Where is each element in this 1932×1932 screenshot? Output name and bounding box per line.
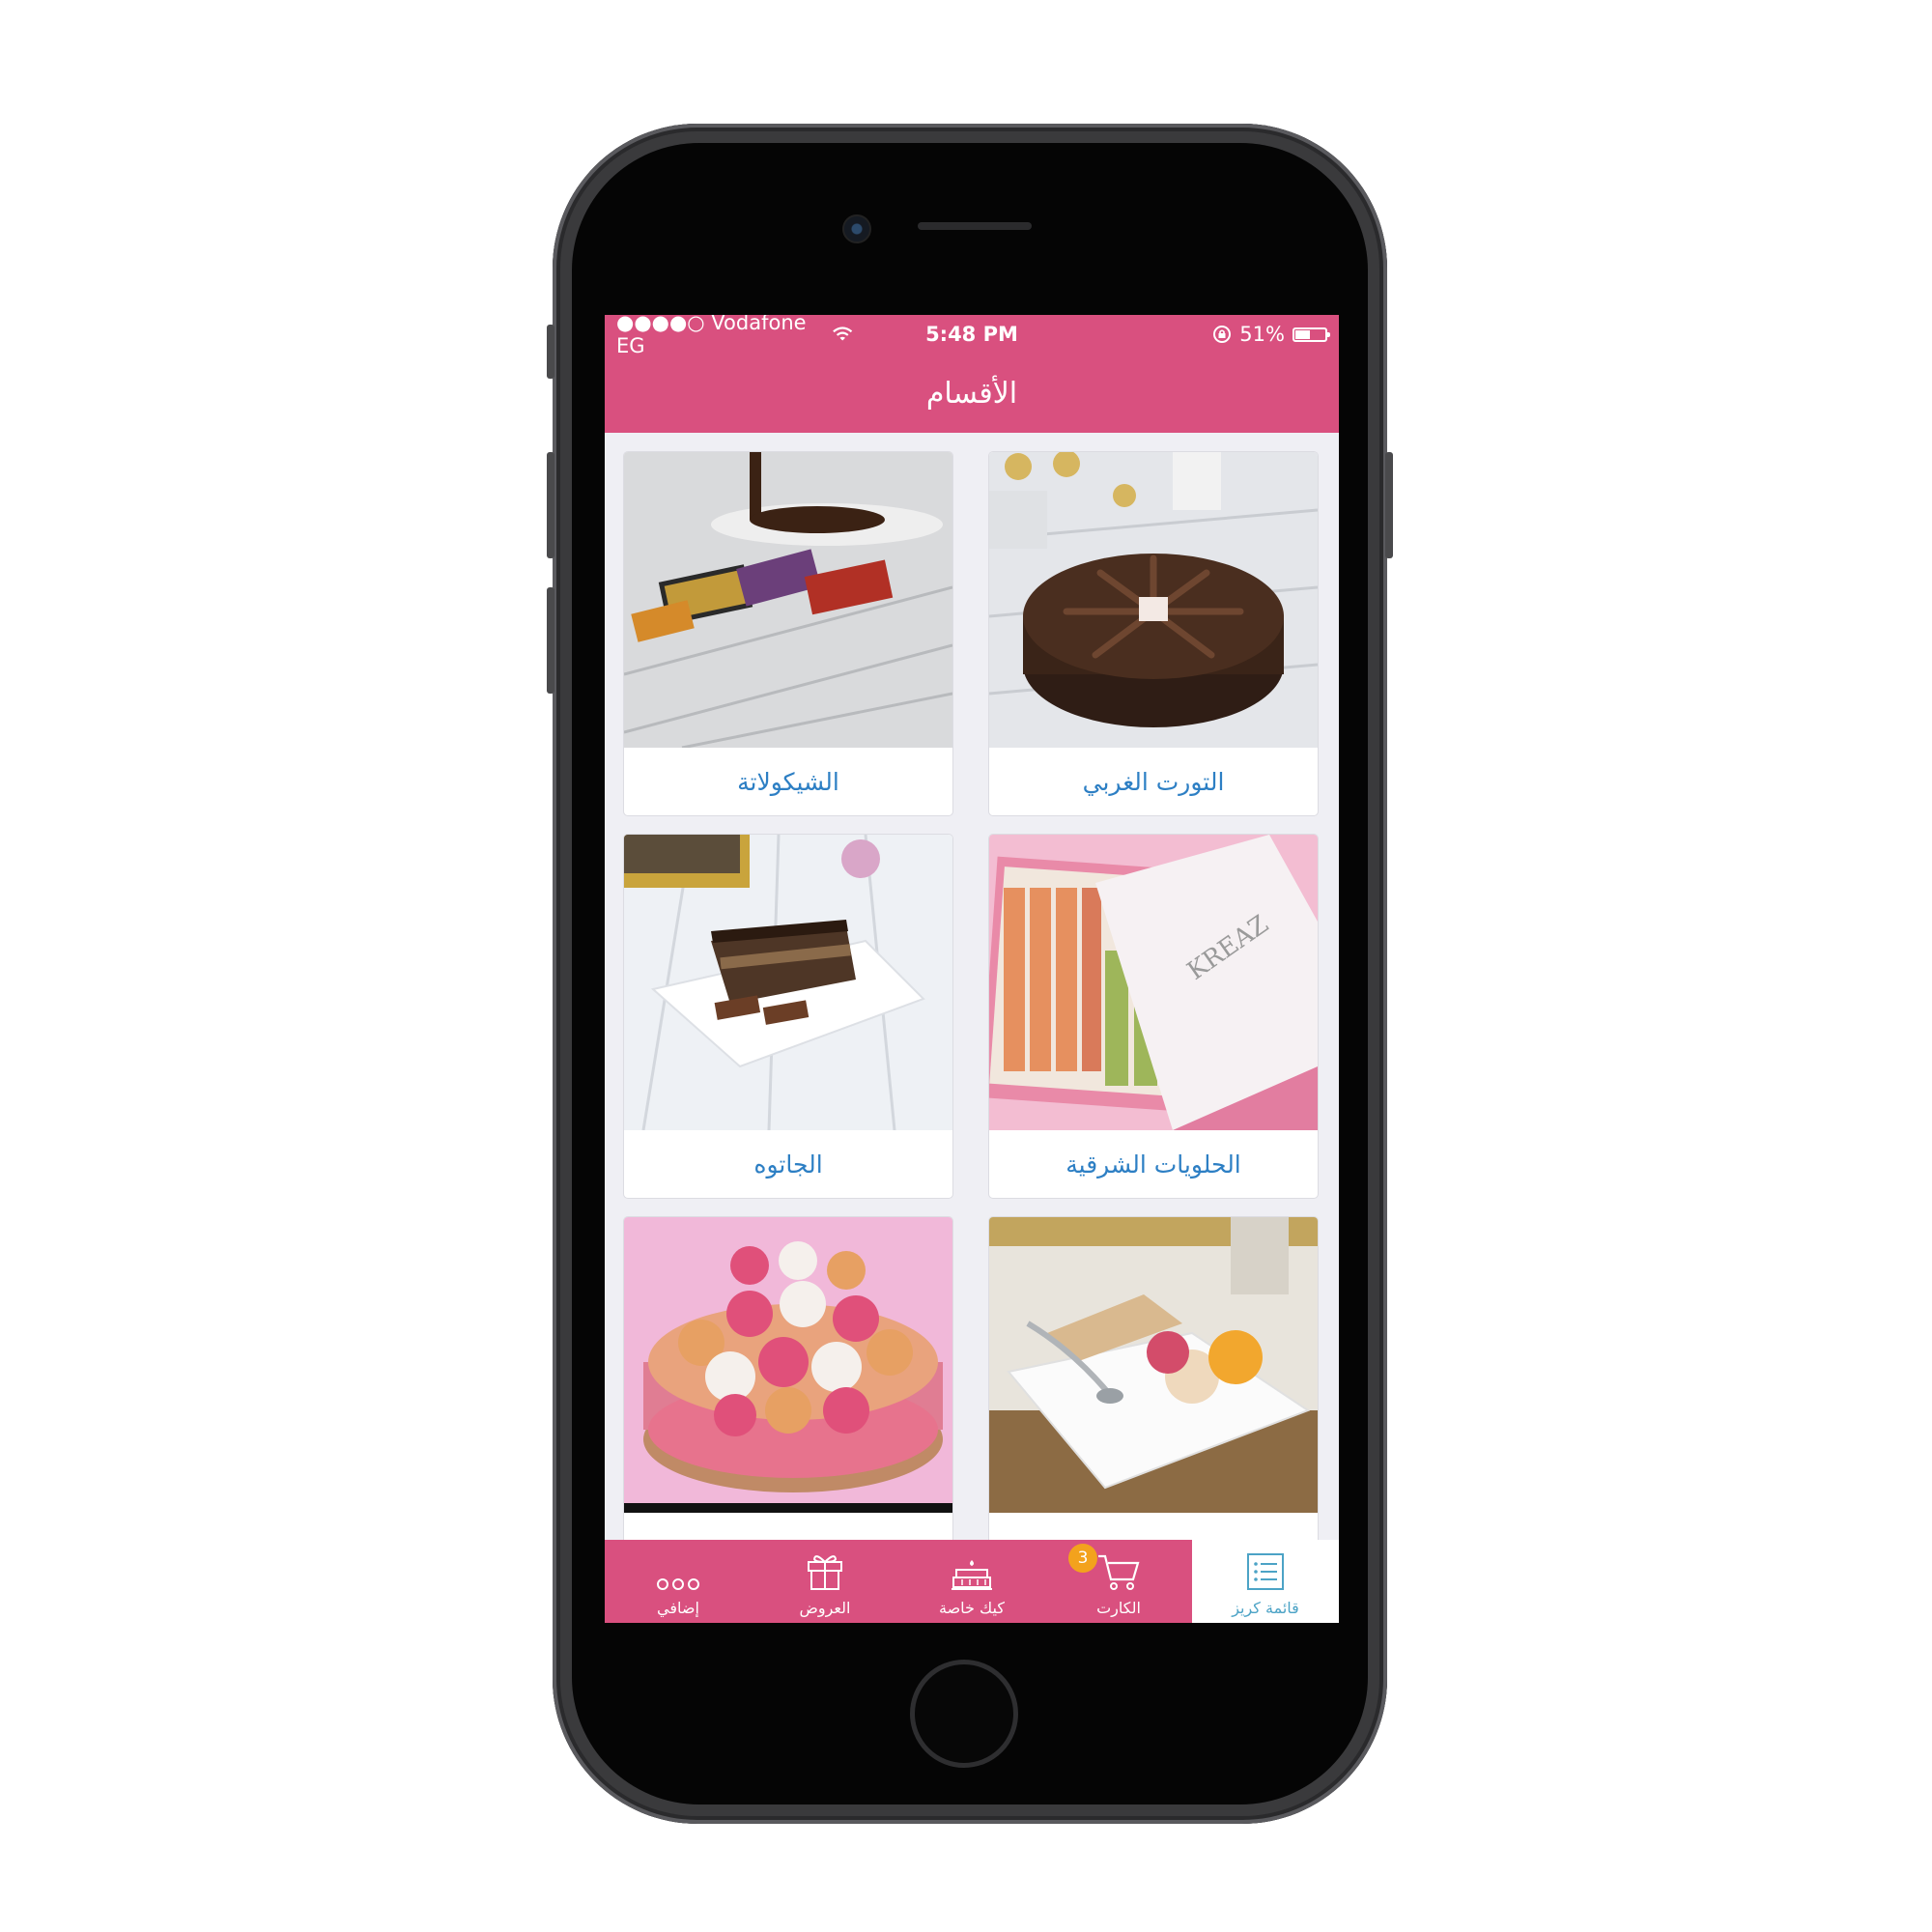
list-icon: [1247, 1553, 1284, 1590]
chocolate-cake-photo: [989, 452, 1318, 748]
cart-icon: [1098, 1554, 1140, 1590]
category-card-gateau[interactable]: الجاتوه: [624, 835, 952, 1198]
clock-text: 5:48 PM: [925, 323, 1018, 346]
cart-badge: 3: [1068, 1544, 1097, 1573]
category-label: [624, 1513, 952, 1540]
tab-more[interactable]: إضافي: [605, 1540, 752, 1623]
volume-down-button: [547, 587, 554, 694]
volume-up-button: [547, 452, 554, 558]
tab-offers[interactable]: العروض: [752, 1540, 898, 1623]
front-camera: [842, 214, 871, 243]
tab-label: الكارت: [1096, 1599, 1141, 1617]
earpiece-speaker: [918, 222, 1032, 230]
category-card-ice-cream-cake[interactable]: [624, 1217, 952, 1540]
tab-label: قائمة كريز: [1232, 1599, 1299, 1617]
oriental-sweets-photo: KREAZ: [989, 835, 1318, 1130]
chocolate-bars-photo: [624, 452, 952, 748]
rotation-lock-icon: [1213, 326, 1232, 343]
battery-level: [1294, 329, 1311, 339]
battery-percent: 51%: [1239, 323, 1285, 346]
category-label: الشيكولاتة: [737, 767, 839, 796]
tab-cart[interactable]: 3 الكارت: [1045, 1540, 1192, 1623]
cake-icon: [952, 1560, 992, 1590]
category-card-oriental-sweets[interactable]: KREAZ الحلويات الشرقية: [989, 835, 1318, 1198]
gateau-photo: [624, 835, 952, 1130]
battery-icon: [1292, 327, 1330, 342]
ice-cream-cake-photo: [624, 1217, 952, 1513]
category-label: [989, 1513, 1318, 1540]
page-title: الأقسام: [925, 376, 1018, 411]
category-label: الجاتوه: [753, 1150, 823, 1179]
category-card-western-cakes[interactable]: التورت الغربي: [989, 452, 1318, 815]
category-card-chocolate[interactable]: الشيكولاتة: [624, 452, 952, 815]
wifi-icon: [833, 327, 853, 341]
tab-label: العروض: [799, 1599, 851, 1617]
tab-bar: إضافي العروض كيك خاصة 3 الكارت قائمة كري…: [605, 1540, 1339, 1623]
category-label: الحلويات الشرقية: [1065, 1150, 1241, 1179]
status-bar: ●●●●○ Vodafone EG 5:48 PM 51%: [605, 315, 1339, 357]
power-button: [1385, 452, 1393, 558]
more-icon: [657, 1578, 699, 1590]
navigation-bar: الأقسام: [605, 354, 1339, 433]
category-label: التورت الغربي: [1082, 767, 1225, 796]
home-button[interactable]: [910, 1660, 1018, 1768]
categories-grid: التورت الغربي الشيكولاتة KREAZ الحلويات …: [605, 433, 1339, 1540]
tab-special-cake[interactable]: كيك خاصة: [898, 1540, 1045, 1623]
carrier-text: ●●●●○ Vodafone EG: [616, 315, 807, 357]
gift-icon: [808, 1555, 842, 1590]
tab-label: إضافي: [657, 1599, 699, 1617]
mute-switch: [547, 325, 554, 379]
category-card-ice-cream[interactable]: [989, 1217, 1318, 1540]
tab-label: كيك خاصة: [939, 1599, 1005, 1617]
tab-kreaz-menu[interactable]: قائمة كريز: [1192, 1540, 1339, 1623]
ice-cream-photo: [989, 1217, 1318, 1513]
app-screen: ●●●●○ Vodafone EG 5:48 PM 51% الأقسام ال…: [605, 315, 1339, 1623]
